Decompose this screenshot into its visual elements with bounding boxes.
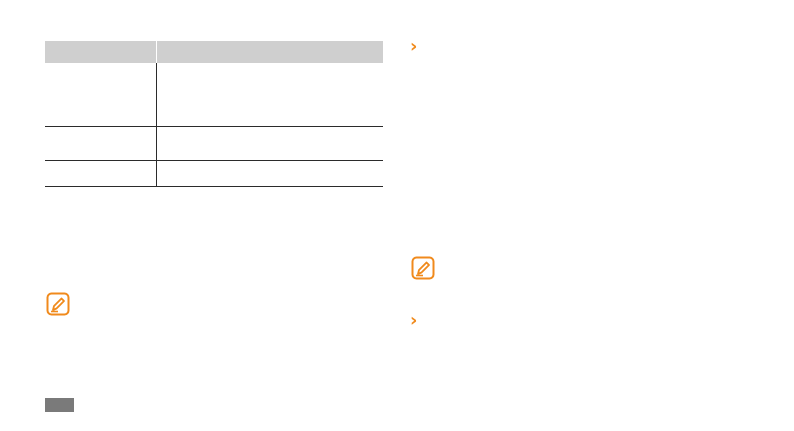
chevron-right-icon: ›	[410, 310, 418, 331]
table-header-cell-1	[45, 41, 157, 63]
manual-page: › ›	[0, 0, 794, 431]
table-cell	[45, 161, 157, 186]
page-number-tab	[45, 398, 74, 412]
table-row	[45, 161, 383, 187]
table-header-cell-2	[157, 41, 383, 63]
table-cell	[45, 63, 157, 126]
data-table	[45, 41, 383, 187]
table-header	[45, 41, 383, 63]
note-pencil-icon	[46, 292, 70, 316]
note-pencil-icon	[411, 256, 435, 280]
chevron-right-icon: ›	[410, 36, 418, 57]
table-cell	[45, 127, 157, 160]
table-cell	[157, 63, 383, 126]
table-row	[45, 63, 383, 127]
table-cell	[157, 127, 383, 160]
table-cell	[157, 161, 383, 186]
table-row	[45, 127, 383, 161]
